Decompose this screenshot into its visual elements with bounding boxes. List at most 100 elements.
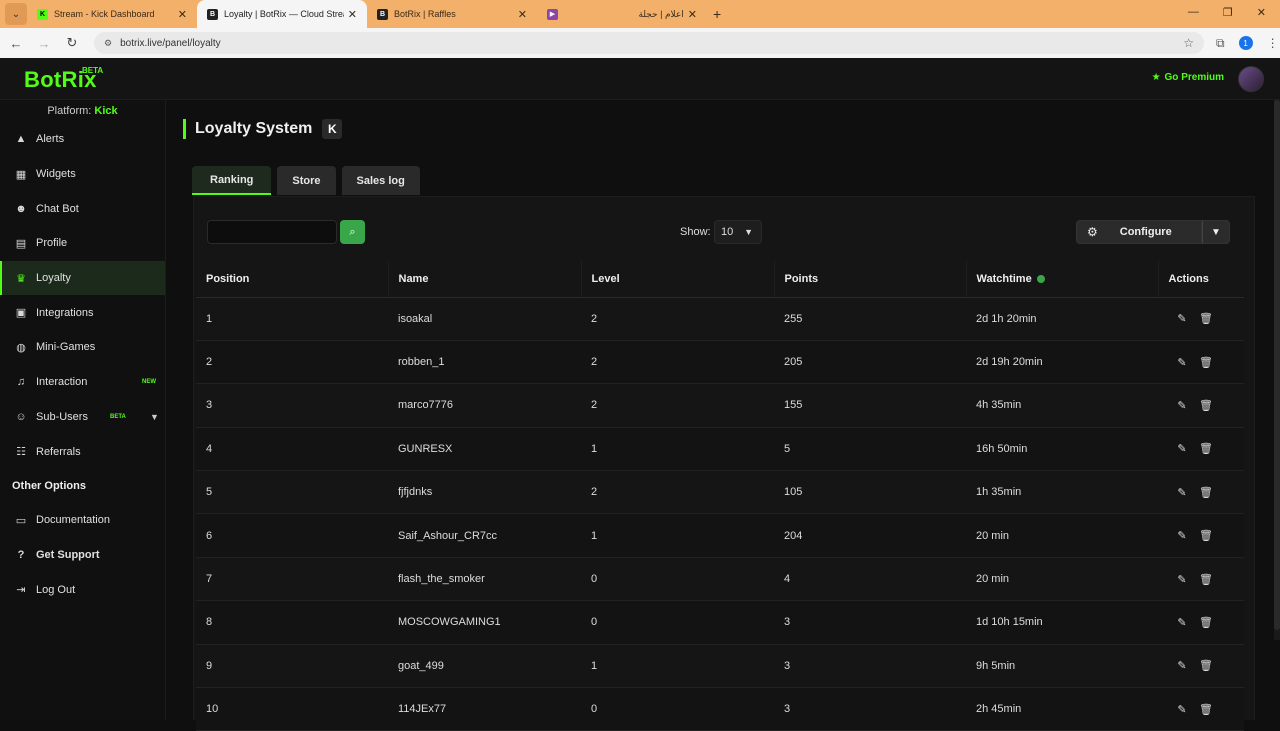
sidebar-item-log-out[interactable]: ⇥ Log Out (0, 572, 165, 607)
bookmark-star-icon[interactable]: ☆ (1183, 36, 1194, 50)
close-icon[interactable]: ✕ (178, 8, 187, 21)
browser-tab-arabic[interactable]: ▶ اعلام | حجلة ✕ (537, 0, 707, 28)
cell-points: 155 (774, 383, 966, 428)
sidebar-item-widgets[interactable]: ▦ Widgets (0, 157, 165, 192)
sidebar-item-label: Loyalty (36, 272, 71, 285)
restore-icon[interactable]: ❐ (1223, 6, 1233, 19)
new-tab-icon[interactable]: + (713, 6, 721, 22)
info-icon[interactable] (1036, 274, 1045, 283)
sidebar-item-sub-users[interactable]: ☺ Sub-Users BETA ▼ (0, 400, 165, 435)
profile-avatar-icon[interactable]: 1 (1238, 36, 1253, 50)
gamepad-icon: ◍ (16, 341, 26, 354)
trash-icon[interactable]: 🗑 (1198, 573, 1214, 586)
sidebar-item-label: Mini-Games (36, 341, 96, 354)
close-icon[interactable]: ✕ (348, 8, 357, 21)
sidebar-item-interaction[interactable]: ♫ Interaction NEW (0, 365, 165, 400)
close-icon[interactable]: ✕ (518, 8, 527, 21)
sidebar-item-alerts[interactable]: ▲ Alerts (0, 122, 165, 157)
show-count-select[interactable]: 10 ▼ (714, 220, 762, 244)
cell-watchtime: 2d 1h 20min (966, 297, 1158, 341)
go-premium-button[interactable]: ★ Go Premium (1152, 72, 1224, 83)
forward-icon[interactable]: → (32, 36, 56, 51)
tab-title: Loyalty | BotRix — Cloud Stream (224, 9, 344, 19)
trash-icon[interactable]: 🗑 (1198, 529, 1214, 542)
cell-position: 4 (196, 427, 388, 472)
trash-icon[interactable]: 🗑 (1198, 486, 1214, 499)
cell-watchtime: 2d 19h 20min (966, 340, 1158, 385)
configure-button[interactable]: ⚙ Configure (1076, 220, 1202, 244)
edit-pencil-icon[interactable]: ✎ (1174, 442, 1190, 455)
more-menu-icon[interactable]: ⋮ (1267, 36, 1279, 50)
site-info-icon[interactable]: ⚙ (104, 38, 112, 49)
ranking-table: Position Name Level Points Watchtime Act… (196, 261, 1244, 731)
browser-tab-loyalty[interactable]: B Loyalty | BotRix — Cloud Stream ✕ (197, 0, 367, 28)
back-icon[interactable]: ← (4, 36, 28, 51)
cell-level: 1 (581, 427, 774, 472)
sidebar-item-mini-games[interactable]: ◍ Mini-Games (0, 330, 165, 365)
tab-ranking[interactable]: Ranking (192, 166, 272, 195)
browser-tab-kick[interactable]: K Stream - Kick Dashboard ✕ (27, 0, 197, 28)
browser-tab-raffles[interactable]: B BotRix | Raffles ✕ (367, 0, 537, 28)
extensions-icon[interactable]: ⧉ (1216, 36, 1225, 51)
kick-favicon-icon: K (37, 8, 48, 20)
table-row: 10 114JEx77 0 3 2h 45min ✎ 🗑 (196, 687, 1244, 731)
column-header-level[interactable]: Level (580, 261, 774, 298)
trash-icon[interactable]: 🗑 (1198, 616, 1214, 629)
tab-title: BotRix | Raffles (394, 9, 456, 19)
trash-icon[interactable]: 🗑 (1198, 659, 1214, 672)
edit-pencil-icon[interactable]: ✎ (1174, 616, 1190, 629)
edit-pencil-icon[interactable]: ✎ (1174, 573, 1190, 586)
sidebar-item-chat-bot[interactable]: ☻ Chat Bot (0, 191, 165, 226)
cell-actions: ✎ 🗑 (1158, 600, 1244, 645)
sidebar-item-loyalty[interactable]: ♛ Loyalty (0, 260, 165, 296)
trash-icon[interactable]: 🗑 (1198, 442, 1214, 455)
window-close-icon[interactable]: ✕ (1257, 6, 1266, 19)
edit-pencil-icon[interactable]: ✎ (1174, 356, 1190, 369)
edit-pencil-icon[interactable]: ✎ (1174, 703, 1190, 716)
column-header-points[interactable]: Points (773, 261, 966, 298)
cell-name: fjfjdnks (388, 470, 581, 515)
chevron-down-icon[interactable]: ▼ (150, 412, 159, 422)
cell-points: 3 (774, 644, 966, 689)
tab-search-icon[interactable]: ⌄ (5, 3, 27, 25)
trash-icon[interactable]: 🗑 (1198, 356, 1214, 369)
cell-name: robben_1 (388, 340, 581, 385)
search-input[interactable] (207, 220, 337, 244)
url-field[interactable]: ⚙ botrix.live/panel/loyalty ☆ (94, 32, 1204, 54)
scrollbar-thumb[interactable] (1274, 100, 1280, 630)
cell-watchtime: 9h 5min (966, 644, 1158, 689)
minimize-icon[interactable]: — (1188, 6, 1199, 19)
reload-icon[interactable]: ↻ (60, 35, 84, 51)
tab-store[interactable]: Store (277, 166, 336, 195)
logout-icon: ⇥ (16, 584, 26, 597)
cell-actions: ✎ 🗑 (1158, 297, 1244, 341)
edit-pencil-icon[interactable]: ✎ (1174, 312, 1190, 325)
page-scrollbar[interactable] (1274, 100, 1280, 640)
search-button[interactable]: ⌕ (340, 220, 365, 244)
edit-pencil-icon[interactable]: ✎ (1174, 529, 1190, 542)
sidebar-item-integrations[interactable]: ▣ Integrations (0, 295, 165, 330)
column-header-name[interactable]: Name (387, 261, 581, 298)
column-header-position[interactable]: Position (196, 261, 388, 298)
user-avatar[interactable] (1238, 66, 1264, 92)
sidebar-item-profile[interactable]: ▤ Profile (0, 226, 165, 261)
cell-position: 8 (196, 600, 388, 645)
sidebar-item-referrals[interactable]: ☷ Referrals (0, 434, 165, 469)
trash-icon[interactable]: 🗑 (1198, 312, 1214, 325)
configure-dropdown-button[interactable]: ▼ (1202, 220, 1230, 244)
trash-icon[interactable]: 🗑 (1198, 703, 1214, 716)
sidebar-item-get-support[interactable]: ? Get Support (0, 538, 165, 573)
edit-pencil-icon[interactable]: ✎ (1174, 659, 1190, 672)
edit-pencil-icon[interactable]: ✎ (1174, 486, 1190, 499)
close-icon[interactable]: ✕ (688, 8, 697, 21)
cell-level: 0 (581, 557, 774, 602)
cell-watchtime: 20 min (966, 513, 1158, 558)
referrals-icon: ☷ (16, 446, 26, 459)
edit-pencil-icon[interactable]: ✎ (1174, 399, 1190, 412)
column-header-watchtime[interactable]: Watchtime (965, 261, 1158, 298)
trash-icon[interactable]: 🗑 (1198, 399, 1214, 412)
cell-watchtime: 20 min (966, 557, 1158, 602)
sidebar-item-documentation[interactable]: ▭ Documentation (0, 503, 165, 538)
tab-sales-log[interactable]: Sales log (341, 166, 420, 195)
cell-name: Saif_Ashour_CR7cc (388, 513, 581, 558)
